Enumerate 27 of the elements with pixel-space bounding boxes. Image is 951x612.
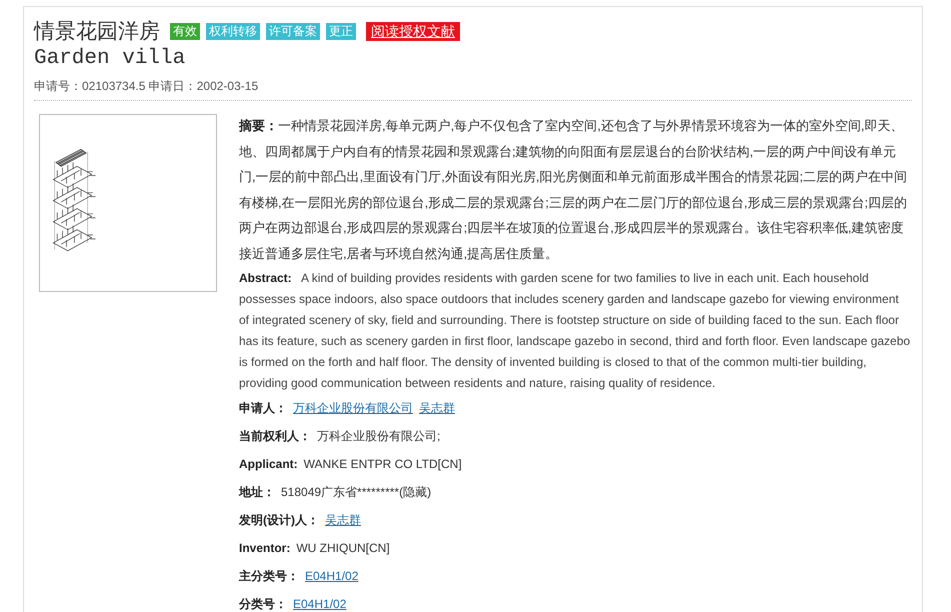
field-label: 发明(设计)人： (239, 512, 319, 528)
field-label: 主分类号： (239, 568, 299, 584)
status-tag: 权利转移 (206, 22, 260, 40)
field-link[interactable]: E04H1/02 (305, 569, 358, 583)
status-tag: 许可备案 (266, 22, 320, 40)
field-link[interactable]: 吴志群 (325, 512, 361, 528)
field-link[interactable]: 吴志群 (419, 400, 455, 416)
field-label: Applicant: (239, 457, 298, 471)
abstract-text: 摘要：一种情景花园洋房,每单元两户,每户不仅包含了室内空间,还包含了与外界情景环境容为一体的室外空间,即天、地、四周都属于户内自有的情景花园和景观露台;建筑物的向阳面有层层退台的台阶状结构,一层的两户中间设有单元门,一层的前中部凸出,里面设有门厅,外面设有阳光房,阳光房侧面和单元前面形成半围合的情景花园;二层的两户在中间有楼梯,在一层阳光房的部位退台,形成二层的景观露台;三层的两户在二层门厅的部位退台,形成三层的景观露台;四层的两户在两边部退台,形成四层的景观露台;四层半在坡顶的位置退台,形成四层半的景观露台。该住宅容积率低,建筑密度接近普通多层住宅,居者与环境自然沟通,提高居住质量。 (239, 117, 908, 262)
field-value: 518049广东省*********(隐藏) (281, 484, 432, 500)
patent-title: 情景花园洋房 (34, 18, 160, 45)
field-label: Inventor: (239, 541, 290, 555)
application-info: 申请号：02103734.5 申请日：2002-03-15 (34, 78, 912, 101)
abstract-english-text: Abstract: A kind of building provides residents with garden scene for two families to live in each unit. Each household possesses space indoors, also space outdoors that includes scenery garden and landscape gazebo for viewing environment of integrated scenery of sky, field and surrounding. There is footstep structure on side of building faced to the sun. Each floor has its feature, such as scenery garden in first floor, landscape gazebo in second, third and forth floor. Even landscape gazebo is formed on the forth and half floor. The density of invented building is closed to that of the common multi-tier building, providing good communication between residents and nature, raising quality of residence. (239, 270, 912, 392)
status-tag: 更正 (326, 22, 356, 40)
field-link[interactable]: E04H1/02 (293, 597, 346, 611)
field-value: WANKE ENTPR CO LTD[CN] (304, 457, 462, 471)
field-label: 分类号： (239, 596, 287, 612)
patent-title-english: Garden villa (34, 47, 186, 70)
read-document-link[interactable]: 阅读授权文献 (366, 22, 460, 40)
field-label: 当前权利人： (239, 428, 311, 444)
field-label: 地址： (239, 484, 275, 500)
field-link[interactable]: 万科企业股份有限公司 (293, 400, 413, 416)
field-value: 万科企业股份有限公司; (317, 428, 440, 444)
field-value: WU ZHIQUN[CN] (296, 541, 390, 555)
field-label: 申请人： (239, 400, 287, 416)
status-tag: 有效 (170, 22, 200, 40)
